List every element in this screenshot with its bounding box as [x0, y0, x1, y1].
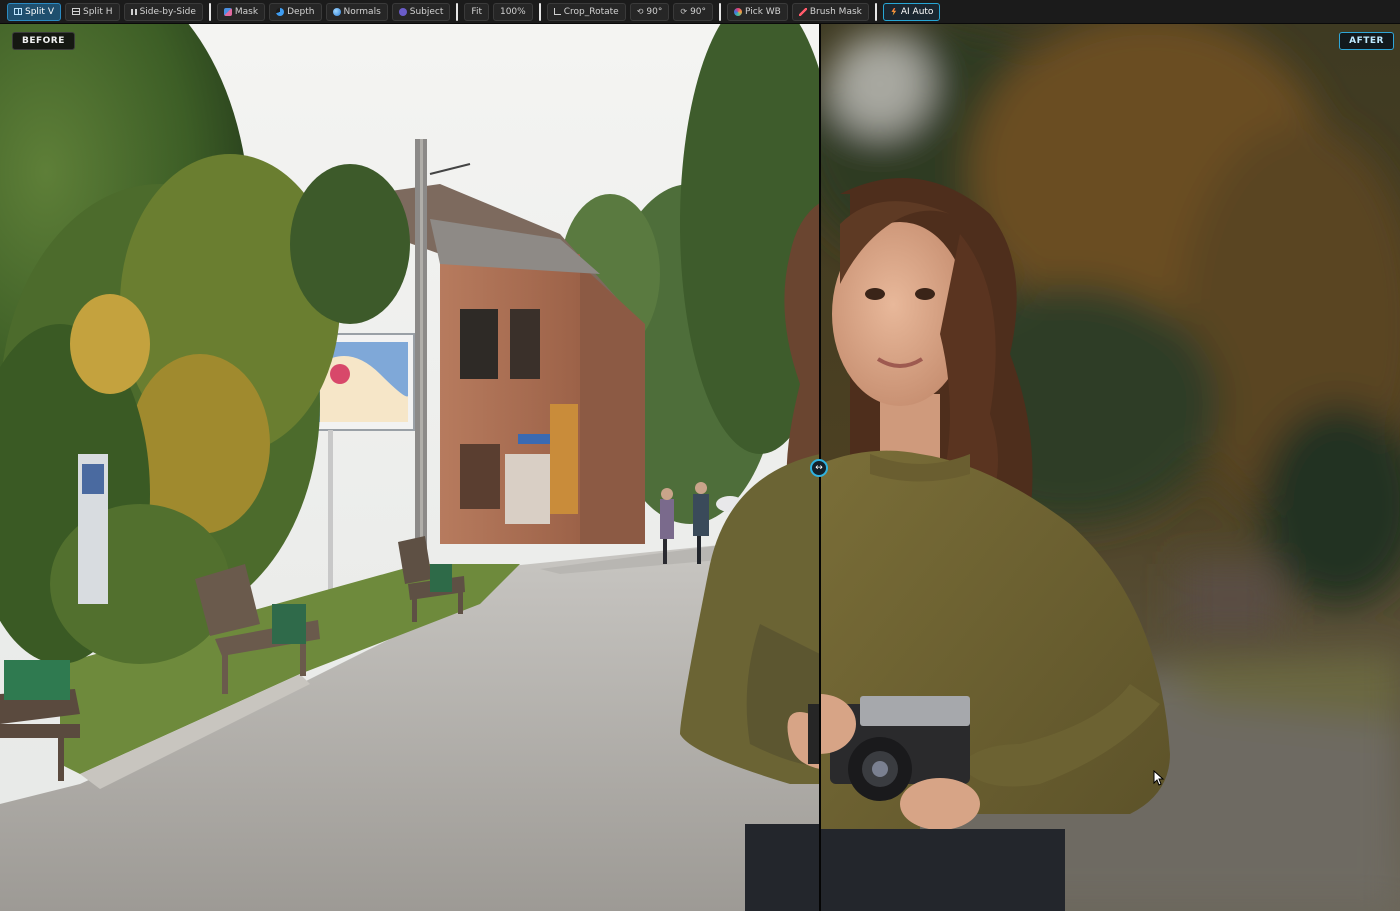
fit-label: Fit [471, 6, 482, 17]
toolbar-divider [208, 2, 211, 21]
rotate-right-icon: ⟳ [680, 6, 688, 16]
mask-button[interactable]: Mask [216, 2, 266, 21]
split-horizontal-label: Split H [82, 6, 113, 17]
ai-auto-label: AI Auto [900, 6, 934, 17]
split-vertical-icon [14, 8, 22, 15]
ai-group: AI Auto [882, 2, 941, 21]
rotate-left-icon: ⟲ [636, 6, 644, 16]
crop-icon [553, 8, 561, 15]
side-by-side-label: Side-by-Side [139, 6, 196, 17]
before-image: BEFORE [0, 24, 820, 911]
after-label: AFTER [1339, 32, 1394, 50]
rotate-right-label: 90° [690, 6, 707, 17]
split-vertical-label: Split V [25, 6, 54, 17]
toolbar-divider [874, 2, 877, 21]
brush-mask-label: Brush Mask [809, 6, 862, 17]
subject-icon [398, 7, 407, 16]
tools-group: Pick WB Brush Mask [727, 2, 869, 21]
ai-auto-icon [891, 7, 897, 16]
subject-label: Subject [409, 6, 444, 17]
split-handle[interactable]: ↔ [810, 459, 828, 477]
pick-wb-button[interactable]: Pick WB [727, 2, 788, 21]
after-photo [820, 24, 1400, 911]
white-balance-icon [734, 7, 743, 16]
mouse-cursor-icon [1153, 770, 1165, 786]
rotate-right-button[interactable]: ⟳ 90° [673, 2, 714, 21]
brush-icon [798, 7, 807, 16]
toolbar-divider [456, 2, 459, 21]
crop-rotate-button[interactable]: Crop_Rotate [546, 2, 626, 21]
view-mode-group: Split V Split H Side-by-Side [7, 2, 203, 21]
split-vertical-button[interactable]: Split V [7, 2, 61, 21]
split-horizontal-icon [71, 8, 80, 15]
pick-wb-label: Pick WB [745, 6, 781, 17]
depth-button[interactable]: Depth [269, 2, 322, 21]
toolbar-divider [538, 2, 541, 21]
zoom-100-label: 100% [499, 6, 526, 17]
transform-group: Crop_Rotate ⟲ 90° ⟳ 90° [546, 2, 714, 21]
mask-label: Mask [234, 6, 259, 17]
normals-label: Normals [343, 6, 381, 17]
depth-label: Depth [287, 6, 315, 17]
split-handle-arrows-icon: ↔ [815, 462, 823, 473]
depth-icon [276, 7, 285, 16]
mask-icon [223, 7, 232, 16]
after-image: AFTER [820, 24, 1400, 911]
ai-auto-button[interactable]: AI Auto [882, 2, 941, 21]
rotate-left-button[interactable]: ⟲ 90° [629, 2, 670, 21]
crop-rotate-label: Crop_Rotate [563, 6, 619, 17]
side-by-side-icon [130, 8, 137, 15]
zoom-group: Fit 100% [464, 2, 533, 21]
toolbar-divider [719, 2, 722, 21]
normals-icon [332, 7, 341, 16]
subject-button[interactable]: Subject [391, 2, 451, 21]
overlay-group: Mask Depth Normals Subject [216, 2, 451, 21]
zoom-100-button[interactable]: 100% [492, 2, 533, 21]
fit-button[interactable]: Fit [464, 2, 489, 21]
before-photo [0, 24, 820, 911]
brush-mask-button[interactable]: Brush Mask [791, 2, 869, 21]
toolbar: Split V Split H Side-by-Side Mask Depth … [0, 0, 1400, 24]
before-label: BEFORE [12, 32, 75, 50]
normals-button[interactable]: Normals [325, 2, 388, 21]
side-by-side-button[interactable]: Side-by-Side [123, 2, 203, 21]
rotate-left-label: 90° [646, 6, 663, 17]
split-horizontal-button[interactable]: Split H [64, 2, 120, 21]
image-viewer[interactable]: BEFORE AFTER ↔ [0, 24, 1400, 911]
